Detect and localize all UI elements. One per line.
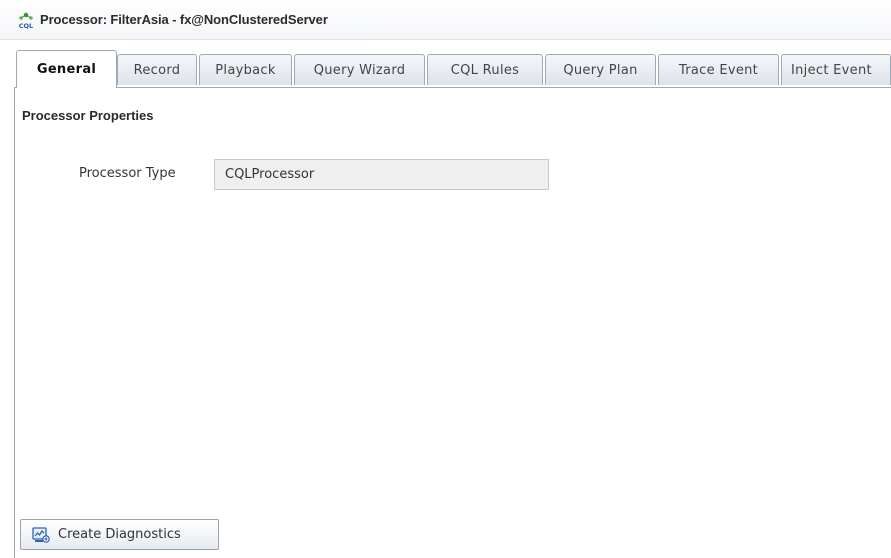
diagnostics-icon xyxy=(32,526,50,543)
window-title: Processor: FilterAsia - fx@NonClusteredS… xyxy=(40,12,328,27)
tab-inject-event[interactable]: Inject Event xyxy=(781,54,891,85)
processor-type-label: Processor Type xyxy=(79,166,176,181)
tab-general[interactable]: General xyxy=(16,50,117,88)
tab-cql-rules[interactable]: CQL Rules xyxy=(427,54,543,85)
tab-content-panel xyxy=(14,87,891,558)
cql-processor-icon: CQL xyxy=(19,12,33,29)
tab-trace-event[interactable]: Trace Event xyxy=(658,54,779,85)
tab-record[interactable]: Record xyxy=(117,54,197,85)
title-bar: CQL Processor: FilterAsia - fx@NonCluste… xyxy=(0,0,891,40)
section-title: Processor Properties xyxy=(22,108,154,123)
tab-query-plan[interactable]: Query Plan xyxy=(545,54,656,85)
svg-text:CQL: CQL xyxy=(19,22,33,29)
create-diagnostics-label: Create Diagnostics xyxy=(58,527,181,542)
tab-query-wizard[interactable]: Query Wizard xyxy=(294,54,425,85)
tab-bar: General Record Playback Query Wizard CQL… xyxy=(16,50,891,88)
create-diagnostics-button[interactable]: Create Diagnostics xyxy=(20,519,219,550)
processor-type-field[interactable] xyxy=(214,159,549,190)
tab-playback[interactable]: Playback xyxy=(199,54,292,85)
